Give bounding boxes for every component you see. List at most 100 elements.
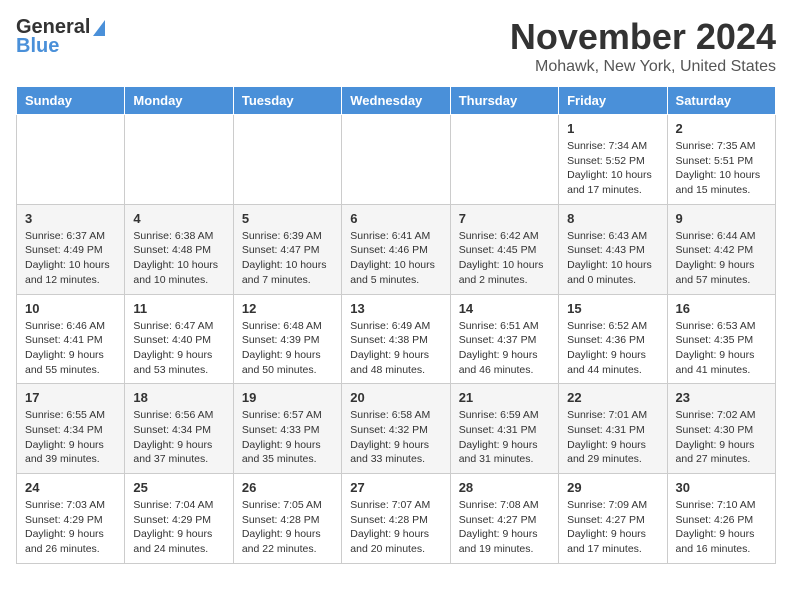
day-info: Sunrise: 7:10 AM Sunset: 4:26 PM Dayligh… xyxy=(676,498,767,557)
calendar-cell: 26 Sunrise: 7:05 AM Sunset: 4:28 PM Dayli… xyxy=(233,474,341,564)
calendar-cell: 30 Sunrise: 7:10 AM Sunset: 4:26 PM Dayli… xyxy=(667,474,775,564)
location: Mohawk, New York, United States xyxy=(510,58,776,76)
day-info: Sunrise: 6:38 AM Sunset: 4:48 PM Dayligh… xyxy=(133,229,224,288)
calendar-cell: 17 Sunrise: 6:55 AM Sunset: 4:34 PM Dayli… xyxy=(17,384,125,474)
calendar-table: SundayMondayTuesdayWednesdayThursdayFrid… xyxy=(16,86,776,564)
calendar-cell: 16 Sunrise: 6:53 AM Sunset: 4:35 PM Dayli… xyxy=(667,294,775,384)
day-info: Sunrise: 6:37 AM Sunset: 4:49 PM Dayligh… xyxy=(25,229,116,288)
day-info: Sunrise: 6:56 AM Sunset: 4:34 PM Dayligh… xyxy=(133,408,224,467)
calendar-cell: 6 Sunrise: 6:41 AM Sunset: 4:46 PM Daylig… xyxy=(342,204,450,294)
day-number: 26 xyxy=(242,480,333,495)
day-number: 4 xyxy=(133,211,224,226)
calendar-cell: 10 Sunrise: 6:46 AM Sunset: 4:41 PM Dayli… xyxy=(17,294,125,384)
calendar-cell: 18Sunrise: 6:56 AM Sunset: 4:34 PM Dayli… xyxy=(125,384,233,474)
day-info: Sunrise: 6:59 AM Sunset: 4:31 PM Dayligh… xyxy=(459,408,550,467)
day-number: 28 xyxy=(459,480,550,495)
day-info: Sunrise: 7:34 AM Sunset: 5:52 PM Dayligh… xyxy=(567,139,658,198)
day-info: Sunrise: 7:08 AM Sunset: 4:27 PM Dayligh… xyxy=(459,498,550,557)
day-info: Sunrise: 6:46 AM Sunset: 4:41 PM Dayligh… xyxy=(25,319,116,378)
calendar-cell: 24 Sunrise: 7:03 AM Sunset: 4:29 PM Dayli… xyxy=(17,474,125,564)
day-info: Sunrise: 7:05 AM Sunset: 4:28 PM Dayligh… xyxy=(242,498,333,557)
calendar-cell: 20Sunrise: 6:58 AM Sunset: 4:32 PM Dayli… xyxy=(342,384,450,474)
calendar-cell: 21 Sunrise: 6:59 AM Sunset: 4:31 PM Dayli… xyxy=(450,384,558,474)
day-info: Sunrise: 7:04 AM Sunset: 4:29 PM Dayligh… xyxy=(133,498,224,557)
calendar-cell: 14 Sunrise: 6:51 AM Sunset: 4:37 PM Dayli… xyxy=(450,294,558,384)
calendar-cell: 25 Sunrise: 7:04 AM Sunset: 4:29 PM Dayli… xyxy=(125,474,233,564)
day-info: Sunrise: 6:53 AM Sunset: 4:35 PM Dayligh… xyxy=(676,319,767,378)
day-number: 14 xyxy=(459,301,550,316)
calendar-cell: 3Sunrise: 6:37 AM Sunset: 4:49 PM Daylig… xyxy=(17,204,125,294)
day-info: Sunrise: 6:43 AM Sunset: 4:43 PM Dayligh… xyxy=(567,229,658,288)
page-header: General Blue November 2024 Mohawk, New Y… xyxy=(16,16,776,76)
day-number: 5 xyxy=(242,211,333,226)
day-number: 7 xyxy=(459,211,550,226)
day-info: Sunrise: 6:39 AM Sunset: 4:47 PM Dayligh… xyxy=(242,229,333,288)
calendar-week-5: 24 Sunrise: 7:03 AM Sunset: 4:29 PM Dayli… xyxy=(17,474,776,564)
weekday-header-thursday: Thursday xyxy=(450,87,558,115)
day-number: 25 xyxy=(133,480,224,495)
day-info: Sunrise: 7:03 AM Sunset: 4:29 PM Dayligh… xyxy=(25,498,116,557)
day-number: 10 xyxy=(25,301,116,316)
day-info: Sunrise: 6:48 AM Sunset: 4:39 PM Dayligh… xyxy=(242,319,333,378)
month-title: November 2024 xyxy=(510,16,776,58)
weekday-header-tuesday: Tuesday xyxy=(233,87,341,115)
calendar-cell: 13 Sunrise: 6:49 AM Sunset: 4:38 PM Dayli… xyxy=(342,294,450,384)
day-number: 24 xyxy=(25,480,116,495)
calendar-cell: 9 Sunrise: 6:44 AM Sunset: 4:42 PM Daylig… xyxy=(667,204,775,294)
calendar-cell: 5 Sunrise: 6:39 AM Sunset: 4:47 PM Daylig… xyxy=(233,204,341,294)
day-number: 27 xyxy=(350,480,441,495)
day-number: 6 xyxy=(350,211,441,226)
calendar-cell: 8 Sunrise: 6:43 AM Sunset: 4:43 PM Daylig… xyxy=(559,204,667,294)
calendar-cell xyxy=(342,115,450,205)
calendar-cell: 15Sunrise: 6:52 AM Sunset: 4:36 PM Dayli… xyxy=(559,294,667,384)
day-number: 11 xyxy=(133,301,224,316)
day-number: 20 xyxy=(350,390,441,405)
day-info: Sunrise: 6:49 AM Sunset: 4:38 PM Dayligh… xyxy=(350,319,441,378)
day-info: Sunrise: 6:41 AM Sunset: 4:46 PM Dayligh… xyxy=(350,229,441,288)
calendar-header-row: SundayMondayTuesdayWednesdayThursdayFrid… xyxy=(17,87,776,115)
day-number: 2 xyxy=(676,121,767,136)
day-info: Sunrise: 6:55 AM Sunset: 4:34 PM Dayligh… xyxy=(25,408,116,467)
day-info: Sunrise: 6:44 AM Sunset: 4:42 PM Dayligh… xyxy=(676,229,767,288)
day-number: 16 xyxy=(676,301,767,316)
calendar-cell: 23Sunrise: 7:02 AM Sunset: 4:30 PM Dayli… xyxy=(667,384,775,474)
day-number: 17 xyxy=(25,390,116,405)
calendar-week-3: 10 Sunrise: 6:46 AM Sunset: 4:41 PM Dayli… xyxy=(17,294,776,384)
calendar-cell: 7Sunrise: 6:42 AM Sunset: 4:45 PM Daylig… xyxy=(450,204,558,294)
weekday-header-wednesday: Wednesday xyxy=(342,87,450,115)
day-number: 30 xyxy=(676,480,767,495)
day-number: 15 xyxy=(567,301,658,316)
day-number: 12 xyxy=(242,301,333,316)
day-number: 19 xyxy=(242,390,333,405)
weekday-header-saturday: Saturday xyxy=(667,87,775,115)
day-info: Sunrise: 7:07 AM Sunset: 4:28 PM Dayligh… xyxy=(350,498,441,557)
title-block: November 2024 Mohawk, New York, United S… xyxy=(510,16,776,76)
day-number: 22 xyxy=(567,390,658,405)
logo-blue: Blue xyxy=(16,35,59,58)
day-number: 13 xyxy=(350,301,441,316)
calendar-cell xyxy=(125,115,233,205)
calendar-cell: 19 Sunrise: 6:57 AM Sunset: 4:33 PM Dayli… xyxy=(233,384,341,474)
calendar-cell: 4 Sunrise: 6:38 AM Sunset: 4:48 PM Daylig… xyxy=(125,204,233,294)
calendar-cell: 28 Sunrise: 7:08 AM Sunset: 4:27 PM Dayli… xyxy=(450,474,558,564)
calendar-cell: 27 Sunrise: 7:07 AM Sunset: 4:28 PM Dayli… xyxy=(342,474,450,564)
calendar-cell: 1 Sunrise: 7:34 AM Sunset: 5:52 PM Daylig… xyxy=(559,115,667,205)
day-number: 23 xyxy=(676,390,767,405)
day-number: 21 xyxy=(459,390,550,405)
day-info: Sunrise: 6:51 AM Sunset: 4:37 PM Dayligh… xyxy=(459,319,550,378)
calendar-cell: 29Sunrise: 7:09 AM Sunset: 4:27 PM Dayli… xyxy=(559,474,667,564)
calendar-week-2: 3Sunrise: 6:37 AM Sunset: 4:49 PM Daylig… xyxy=(17,204,776,294)
day-info: Sunrise: 7:35 AM Sunset: 5:51 PM Dayligh… xyxy=(676,139,767,198)
day-number: 29 xyxy=(567,480,658,495)
logo-triangle-icon xyxy=(93,20,105,36)
day-number: 8 xyxy=(567,211,658,226)
weekday-header-monday: Monday xyxy=(125,87,233,115)
calendar-week-4: 17 Sunrise: 6:55 AM Sunset: 4:34 PM Dayli… xyxy=(17,384,776,474)
weekday-header-friday: Friday xyxy=(559,87,667,115)
calendar-cell: 11 Sunrise: 6:47 AM Sunset: 4:40 PM Dayli… xyxy=(125,294,233,384)
day-info: Sunrise: 6:47 AM Sunset: 4:40 PM Dayligh… xyxy=(133,319,224,378)
day-number: 1 xyxy=(567,121,658,136)
day-info: Sunrise: 6:57 AM Sunset: 4:33 PM Dayligh… xyxy=(242,408,333,467)
day-number: 9 xyxy=(676,211,767,226)
weekday-header-sunday: Sunday xyxy=(17,87,125,115)
